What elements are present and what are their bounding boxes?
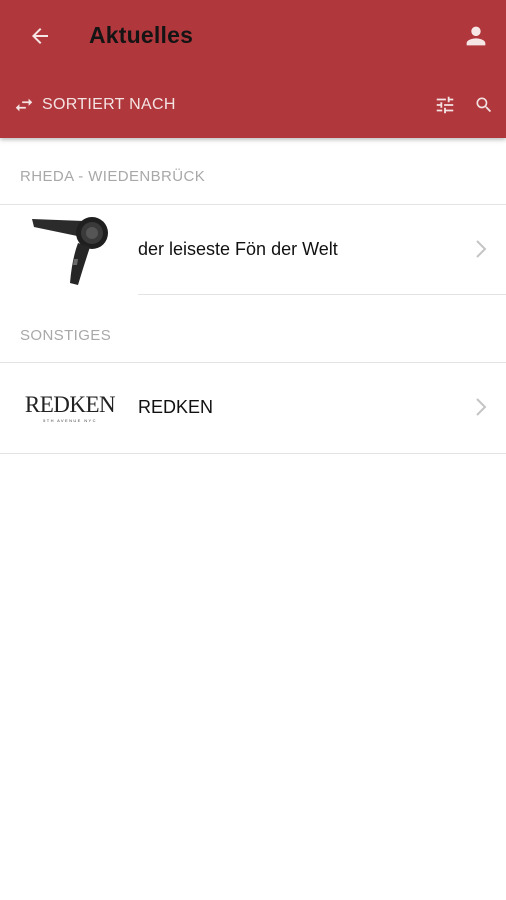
filter-button[interactable] bbox=[432, 92, 458, 118]
chevron-right-icon bbox=[476, 398, 487, 416]
app-bar: Aktuelles SORTIERT NACH bbox=[0, 0, 506, 138]
chevron-right-icon bbox=[476, 240, 487, 258]
profile-button[interactable] bbox=[458, 18, 494, 54]
redken-logo: REDKEN 5TH AVENUE NYC bbox=[24, 392, 116, 423]
divider bbox=[138, 294, 506, 295]
sort-label: SORTIERT NACH bbox=[42, 96, 176, 113]
search-icon bbox=[476, 97, 492, 113]
back-button[interactable] bbox=[22, 20, 58, 52]
section-header-rheda-wiedenbrueck: RHEDA - WIEDENBRÜCK bbox=[20, 168, 206, 185]
sliders-icon bbox=[436, 96, 454, 114]
sort-toolbar: SORTIERT NACH bbox=[0, 72, 506, 138]
list-item-redken[interactable]: REDKEN 5TH AVENUE NYC REDKEN bbox=[0, 363, 506, 453]
section-header-sonstiges: SONSTIGES bbox=[20, 327, 112, 344]
arrow-left-icon bbox=[32, 28, 48, 44]
search-button[interactable] bbox=[472, 92, 496, 118]
swap-arrows-icon bbox=[12, 93, 36, 117]
person-icon bbox=[466, 26, 486, 46]
sort-button[interactable]: SORTIERT NACH bbox=[12, 92, 176, 118]
divider bbox=[0, 453, 506, 454]
page-title: Aktuelles bbox=[89, 22, 194, 48]
list-item-label: der leiseste Fön der Welt bbox=[138, 239, 338, 259]
hair-dryer-image bbox=[20, 213, 120, 287]
list-item-label: REDKEN bbox=[138, 397, 214, 417]
top-bar: Aktuelles bbox=[0, 0, 506, 72]
list-item-hair-dryer[interactable]: der leiseste Fön der Welt bbox=[0, 205, 506, 295]
